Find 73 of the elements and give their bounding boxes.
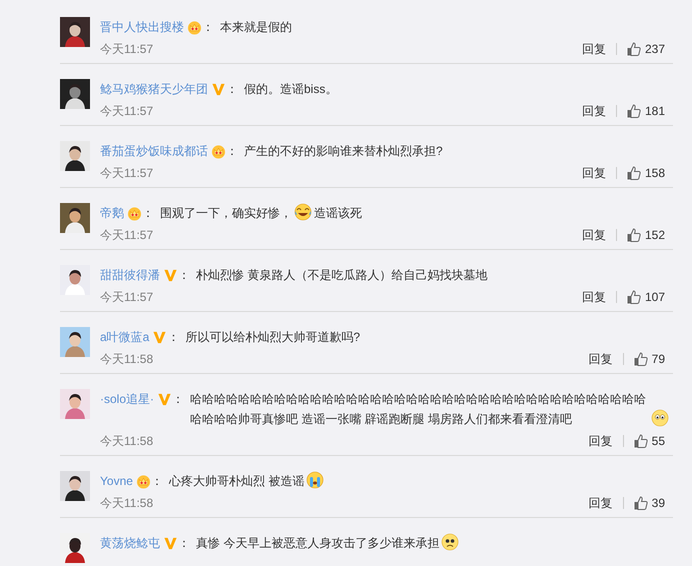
- like-count: 237: [644, 42, 665, 56]
- like-count: 55: [652, 434, 665, 448]
- username-link[interactable]: Yovne: [100, 471, 133, 491]
- thumbs-up-icon[interactable]: [626, 104, 641, 118]
- like-count: 152: [644, 228, 665, 242]
- username-link[interactable]: 晋中人快出搜楼: [100, 17, 184, 37]
- like-count: 181: [644, 104, 665, 118]
- colon-text: ：: [172, 391, 184, 408]
- like-count: 158: [644, 166, 665, 180]
- username-link[interactable]: 帝鹅: [100, 203, 124, 223]
- thumbs-up-icon[interactable]: [626, 42, 641, 56]
- like-count: 39: [652, 496, 665, 510]
- colon-text: ：: [226, 143, 238, 160]
- thumbs-up-icon[interactable]: [634, 434, 648, 448]
- crying-emoji-icon: [306, 471, 324, 489]
- username-link[interactable]: 鲶马鸡猴猪天少年团: [100, 79, 208, 99]
- colon-text: ：: [226, 81, 238, 98]
- comment-time: 今天11:57: [100, 288, 154, 306]
- colon-text: ：: [150, 473, 163, 490]
- crown-icon: [127, 206, 142, 221]
- v-icon: [163, 268, 178, 283]
- crown-icon: [187, 20, 202, 35]
- reply-link[interactable]: 回复: [582, 164, 606, 182]
- comment-time: 今天11:57: [100, 164, 154, 182]
- thumbs-up-icon[interactable]: [634, 496, 648, 510]
- reply-link[interactable]: 回复: [582, 102, 606, 120]
- comment-time: 今天11:58: [100, 494, 154, 512]
- username-link[interactable]: ·solo追星·: [100, 389, 154, 409]
- colon-text: ：: [202, 19, 214, 36]
- reply-link[interactable]: 回复: [582, 288, 606, 306]
- username-link[interactable]: 番茄蛋炒饭味成都话: [100, 141, 208, 161]
- thumbs-up-icon[interactable]: [634, 352, 648, 366]
- comment-time: 今天11:58: [100, 432, 154, 450]
- comment-text: 假的。造谣biss。: [244, 81, 338, 98]
- v-icon: [157, 392, 172, 407]
- comment-text: 围观了一下，确实好惨，: [160, 205, 292, 222]
- comment-text: 心疼大帅哥朴灿烈 被造谣: [168, 473, 304, 490]
- staring-emoji-icon: [651, 409, 669, 427]
- colon-text: ：: [167, 329, 180, 346]
- reply-link[interactable]: 回复: [582, 40, 606, 58]
- crown-icon: [211, 144, 226, 159]
- comment-text: 真惨 今天早上被恶意人身攻击了多少谁来承担: [196, 535, 440, 552]
- v-icon: [163, 536, 178, 551]
- reply-link[interactable]: 回复: [588, 494, 613, 512]
- comment-text: 哈哈哈哈哈哈哈哈哈哈哈哈哈哈哈哈哈哈哈哈哈哈哈哈哈哈哈哈哈哈哈哈哈哈哈哈哈哈哈哈哈哈帅哥真惨吧 造谣一张嘴 辟谣跑断腿 塌房路人们都来看看澄清吧: [190, 391, 648, 428]
- comment-text: 本来就是假的: [220, 19, 292, 36]
- crown-icon: [136, 474, 151, 489]
- comment-time: 今天11:57: [100, 40, 154, 58]
- laughing-emoji-icon: [294, 203, 312, 221]
- colon-text: ：: [178, 267, 190, 284]
- like-count: 79: [652, 352, 665, 366]
- username-link[interactable]: 黄荡烧鲶屯: [100, 533, 160, 553]
- reply-link[interactable]: 回复: [588, 432, 613, 450]
- thumbs-up-icon[interactable]: [626, 166, 641, 180]
- username-link[interactable]: 甜甜彼得潘: [100, 265, 160, 285]
- thumbs-up-icon[interactable]: [626, 228, 641, 242]
- v-icon: [152, 330, 168, 345]
- comment-text: 所以可以给朴灿烈大帅哥道歉吗?: [185, 329, 360, 346]
- colon-text: ：: [178, 535, 190, 552]
- v-icon: [211, 82, 226, 97]
- comment-text: 造谣该死: [314, 205, 362, 222]
- comment-time: 今天11:58: [100, 350, 154, 368]
- colon-text: ：: [142, 205, 154, 222]
- comment-time: 今天11:57: [100, 102, 154, 120]
- reply-link[interactable]: 回复: [582, 226, 606, 244]
- sad-emoji-icon: [441, 533, 460, 551]
- comment-text: 产生的不好的影响谁来替朴灿烈承担?: [244, 143, 443, 160]
- thumbs-up-icon[interactable]: [626, 290, 641, 304]
- comment-text: 朴灿烈惨 黄泉路人（不是吃瓜路人）给自己妈找块墓地: [196, 267, 488, 284]
- like-count: 107: [644, 290, 665, 304]
- username-link[interactable]: a叶微蓝a: [100, 327, 150, 347]
- comment-time: 今天11:57: [100, 226, 154, 244]
- reply-link[interactable]: 回复: [588, 350, 613, 368]
